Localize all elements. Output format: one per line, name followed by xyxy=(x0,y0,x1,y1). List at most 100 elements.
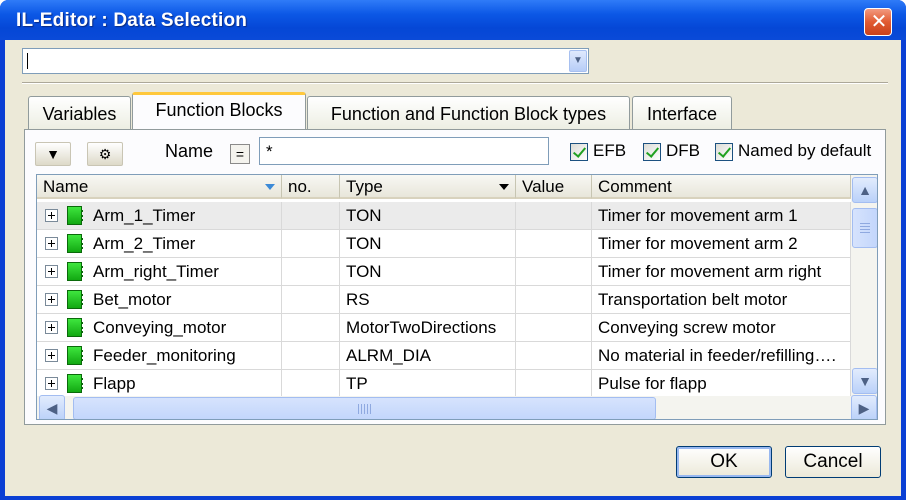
close-button[interactable]: ✕ xyxy=(864,8,892,36)
cell-type[interactable]: TON xyxy=(340,258,516,286)
expand-plus-icon[interactable] xyxy=(45,349,58,362)
cell-type[interactable]: TON xyxy=(340,202,516,230)
scroll-up-button[interactable]: ▲ xyxy=(852,177,877,203)
tab-function-block-types[interactable]: Function and Function Block types xyxy=(307,96,630,130)
cell-no[interactable] xyxy=(282,202,340,230)
funnel-icon: ▼ xyxy=(46,146,60,162)
cell-name[interactable]: Arm_2_Timer xyxy=(37,230,282,258)
cell-no[interactable] xyxy=(282,342,340,370)
cell-type[interactable]: ALRM_DIA xyxy=(340,342,516,370)
separator xyxy=(22,82,888,84)
name-label: Name xyxy=(165,141,214,161)
function-block-icon xyxy=(67,262,83,281)
cell-type[interactable]: TON xyxy=(340,230,516,258)
cell-value[interactable] xyxy=(516,202,592,230)
efb-checkbox[interactable] xyxy=(570,143,588,161)
efb-label: EFB xyxy=(593,141,627,160)
scroll-right-button[interactable]: ▶ xyxy=(851,395,877,419)
cell-value[interactable] xyxy=(516,258,592,286)
gear-icon: ⚙ xyxy=(98,146,112,162)
table-row[interactable]: Bet_motor RS Transportation belt motor xyxy=(37,286,851,314)
cell-type[interactable]: TP xyxy=(340,370,516,398)
named-by-default-checkbox[interactable] xyxy=(715,143,733,161)
name-filter-input[interactable]: * xyxy=(259,137,549,165)
cell-value[interactable] xyxy=(516,314,592,342)
cell-no[interactable] xyxy=(282,258,340,286)
cell-comment[interactable]: Conveying screw motor xyxy=(592,314,851,342)
cell-name[interactable]: Feeder_monitoring xyxy=(37,342,282,370)
cancel-button[interactable]: Cancel xyxy=(785,446,881,478)
expand-plus-icon[interactable] xyxy=(45,293,58,306)
expand-plus-icon[interactable] xyxy=(45,237,58,250)
table-row[interactable]: Conveying_motor MotorTwoDirections Conveyi… xyxy=(37,314,851,342)
tab-variables[interactable]: Variables xyxy=(28,96,131,130)
cell-value[interactable] xyxy=(516,342,592,370)
row-name-text: Arm_2_Timer xyxy=(93,234,196,253)
table-row[interactable]: Flapp TP Pulse for flapp xyxy=(37,370,851,398)
tab-function-blocks[interactable]: Function Blocks xyxy=(132,92,306,130)
table-row[interactable]: Arm_1_Timer TON Timer for movement arm 1 xyxy=(37,202,851,230)
scroll-left-button[interactable]: ◀ xyxy=(39,395,65,419)
cell-comment[interactable]: Timer for movement arm 2 xyxy=(592,230,851,258)
cell-comment[interactable]: Timer for movement arm right xyxy=(592,258,851,286)
row-name-text: Conveying_motor xyxy=(93,318,227,337)
table-row[interactable]: Arm_2_Timer TON Timer for movement arm 2 xyxy=(37,230,851,258)
function-block-icon xyxy=(67,290,83,309)
cell-value[interactable] xyxy=(516,286,592,314)
table-row[interactable]: Arm_right_Timer TON Timer for movement arm… xyxy=(37,258,851,286)
row-name-text: Flapp xyxy=(93,374,136,393)
cell-type[interactable]: RS xyxy=(340,286,516,314)
cell-name[interactable]: Bet_motor xyxy=(37,286,282,314)
tab-interface[interactable]: Interface xyxy=(632,96,732,130)
cell-no[interactable] xyxy=(282,230,340,258)
filter-button[interactable]: ▼ xyxy=(35,142,71,166)
cell-comment[interactable]: Transportation belt motor xyxy=(592,286,851,314)
column-header-comment[interactable]: Comment xyxy=(592,175,851,199)
column-header-label: no. xyxy=(288,177,312,196)
ok-button[interactable]: OK xyxy=(676,446,772,478)
function-block-icon xyxy=(67,346,83,365)
cell-comment[interactable]: No material in feeder/refilling…. xyxy=(592,342,851,370)
cell-name[interactable]: Flapp xyxy=(37,370,282,398)
cell-name[interactable]: Arm_1_Timer xyxy=(37,202,282,230)
cell-no[interactable] xyxy=(282,314,340,342)
window-title: IL-Editor : Data Selection xyxy=(16,10,248,31)
title-bar[interactable]: IL-Editor : Data Selection ✕ xyxy=(0,0,906,40)
sort-down-icon xyxy=(265,184,275,190)
cell-comment[interactable]: Timer for movement arm 1 xyxy=(592,202,851,230)
instance-combo[interactable]: ▼ xyxy=(22,48,589,74)
grip-icon xyxy=(357,404,372,414)
expand-plus-icon[interactable] xyxy=(45,209,58,222)
vertical-scrollbar[interactable]: ▲ ▼ xyxy=(851,175,877,396)
expand-plus-icon[interactable] xyxy=(45,321,58,334)
column-header-type[interactable]: Type xyxy=(340,175,516,199)
function-block-icon xyxy=(67,374,83,393)
function-block-icon xyxy=(67,234,83,253)
chevron-down-icon[interactable]: ▼ xyxy=(569,50,587,72)
equals-button[interactable]: = xyxy=(230,144,250,164)
horizontal-scrollbar[interactable]: ◀ ▶ xyxy=(37,395,877,419)
vertical-scroll-thumb[interactable] xyxy=(852,208,877,248)
cell-type[interactable]: MotorTwoDirections xyxy=(340,314,516,342)
cell-name[interactable]: Arm_right_Timer xyxy=(37,258,282,286)
column-header-name[interactable]: Name xyxy=(37,175,282,199)
scroll-down-button[interactable]: ▼ xyxy=(852,368,877,394)
column-header-label: Comment xyxy=(598,177,672,196)
named-by-default-label: Named by default xyxy=(738,141,872,160)
cell-no[interactable] xyxy=(282,370,340,398)
expand-plus-icon[interactable] xyxy=(45,377,58,390)
dialog-client: ▼ Variables Function Blocks Function and… xyxy=(5,40,901,496)
horizontal-scroll-thumb[interactable] xyxy=(73,397,656,419)
expand-plus-icon[interactable] xyxy=(45,265,58,278)
cell-value[interactable] xyxy=(516,370,592,398)
column-header-no[interactable]: no. xyxy=(282,175,340,199)
column-header-value[interactable]: Value xyxy=(516,175,592,199)
data-grid: Name no. Type Value Comment Arm_1_Timer T… xyxy=(36,174,878,420)
cell-comment[interactable]: Pulse for flapp xyxy=(592,370,851,398)
settings-button[interactable]: ⚙ xyxy=(87,142,123,166)
cell-no[interactable] xyxy=(282,286,340,314)
table-row[interactable]: Feeder_monitoring ALRM_DIA No material in … xyxy=(37,342,851,370)
cell-name[interactable]: Conveying_motor xyxy=(37,314,282,342)
dfb-checkbox[interactable] xyxy=(643,143,661,161)
cell-value[interactable] xyxy=(516,230,592,258)
